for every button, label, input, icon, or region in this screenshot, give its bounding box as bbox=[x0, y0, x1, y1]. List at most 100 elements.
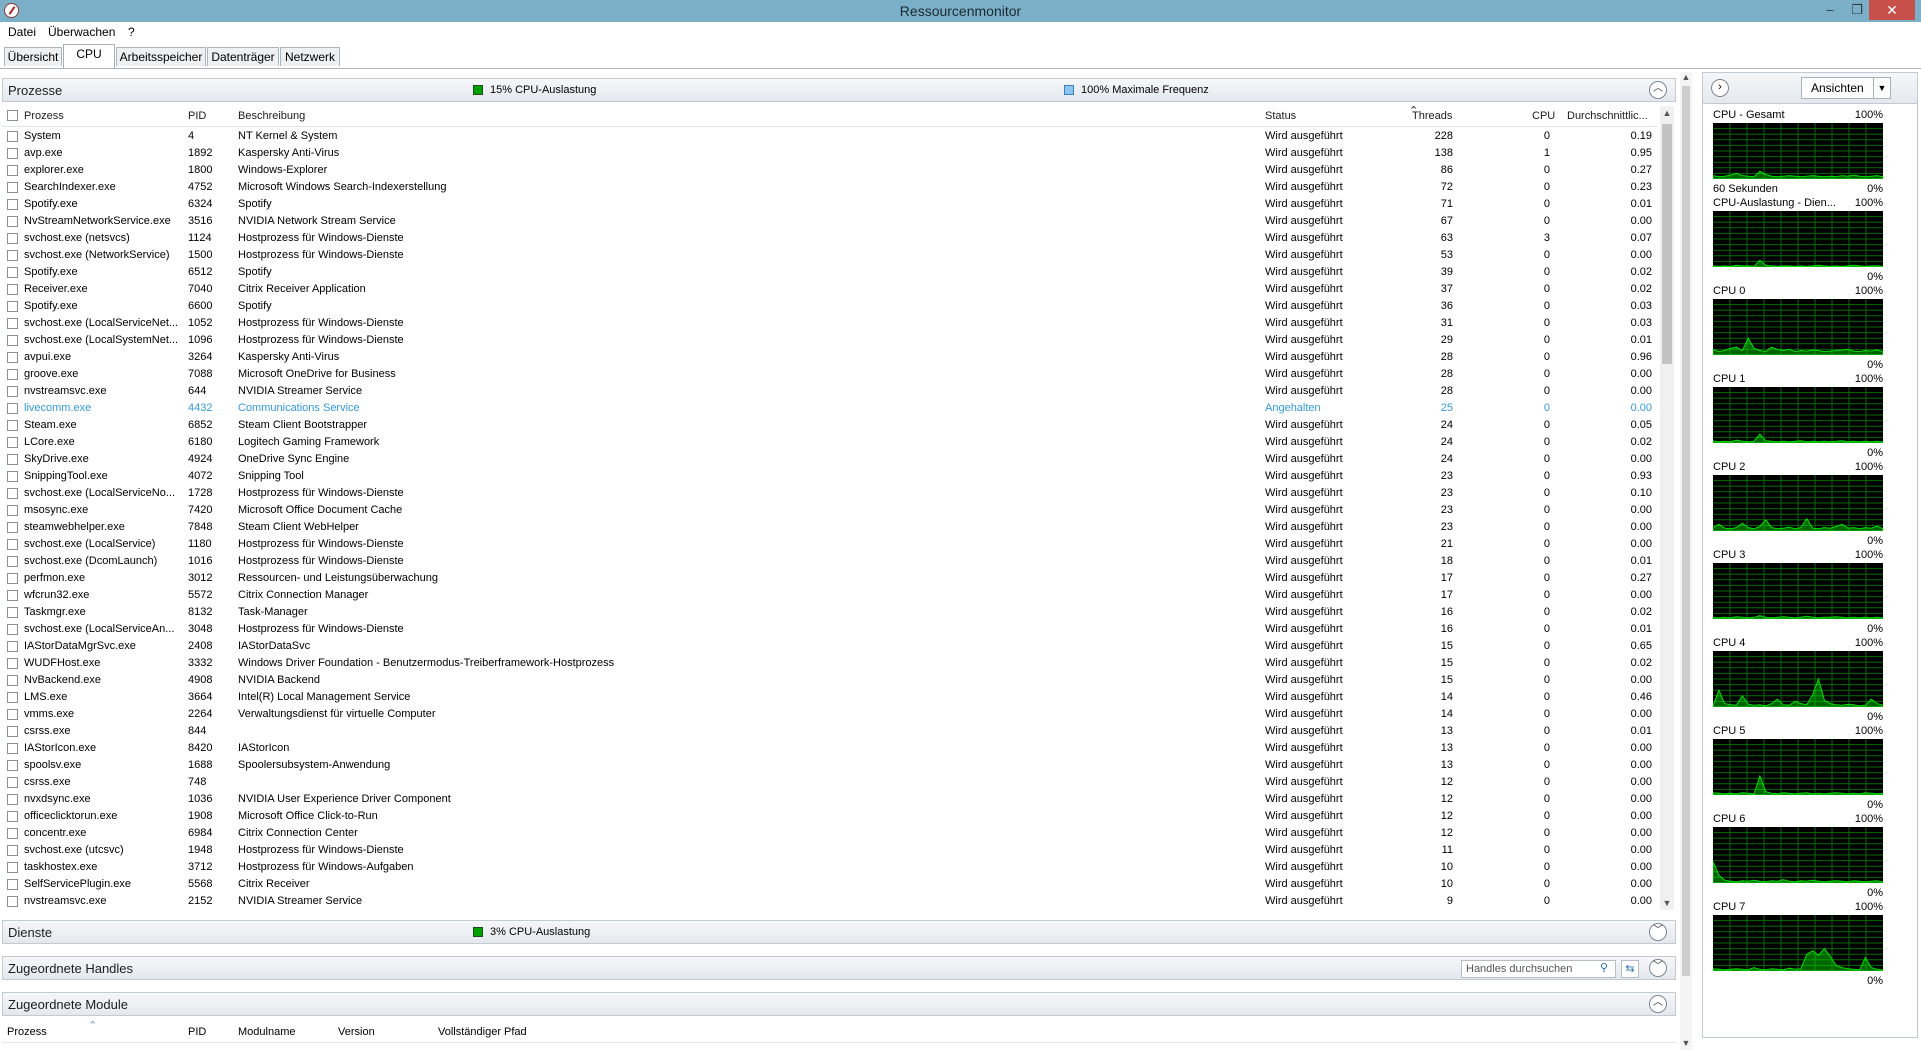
row-checkbox[interactable] bbox=[7, 862, 18, 873]
table-row[interactable]: avpui.exe 3264 Kaspersky Anti-Virus Wird au… bbox=[2, 349, 1658, 366]
table-row[interactable]: LCore.exe 6180 Logitech Gaming Framework Wi… bbox=[2, 434, 1658, 451]
collapse-modules-button[interactable]: ︿ bbox=[1649, 995, 1667, 1013]
menu-file[interactable]: Datei bbox=[8, 25, 36, 39]
scroll-up-icon[interactable]: ▲ bbox=[1660, 106, 1674, 120]
mod-col-pid[interactable]: PID bbox=[188, 1026, 206, 1038]
row-checkbox[interactable] bbox=[7, 165, 18, 176]
table-row[interactable]: svchost.exe (LocalServiceNet... 1052 Hostp… bbox=[2, 315, 1658, 332]
table-row[interactable]: spoolsv.exe 1688 Spoolersubsystem-Anwendun… bbox=[2, 757, 1658, 774]
chevron-down-icon[interactable]: ▼ bbox=[1873, 78, 1890, 98]
table-row[interactable]: steamwebhelper.exe 7848 Steam Client WebHe… bbox=[2, 519, 1658, 536]
process-table-scrollbar[interactable]: ▲ ▼ bbox=[1660, 106, 1674, 910]
table-row[interactable]: Spotify.exe 6600 Spotify Wird ausgeführt 36 0… bbox=[2, 298, 1658, 315]
row-checkbox[interactable] bbox=[7, 454, 18, 465]
table-row[interactable]: Receiver.exe 7040 Citrix Receiver Applicat… bbox=[2, 281, 1658, 298]
table-row[interactable]: taskhostex.exe 3712 Hostprozess für Window… bbox=[2, 859, 1658, 876]
processes-header[interactable]: Prozesse 15% CPU-Auslastung 100% Maximal… bbox=[2, 78, 1676, 102]
table-row[interactable]: svchost.exe (LocalSystemNet... 1096 Hostpr… bbox=[2, 332, 1658, 349]
row-checkbox[interactable] bbox=[7, 692, 18, 703]
mod-col-path[interactable]: Vollständiger Pfad bbox=[438, 1026, 527, 1038]
col-process[interactable]: Prozess bbox=[24, 110, 64, 122]
row-checkbox[interactable] bbox=[7, 148, 18, 159]
views-dropdown[interactable]: Ansichten ▼ bbox=[1801, 77, 1891, 99]
mod-col-version[interactable]: Version bbox=[338, 1026, 375, 1038]
table-row[interactable]: NvBackend.exe 4908 NVIDIA Backend Wird ausg… bbox=[2, 672, 1658, 689]
menu-monitor[interactable]: Überwachen bbox=[48, 25, 115, 39]
main-scroll-thumb[interactable] bbox=[1682, 86, 1690, 976]
row-checkbox[interactable] bbox=[7, 607, 18, 618]
table-row[interactable]: SelfServicePlugin.exe 5568 Citrix Receiver… bbox=[2, 876, 1658, 893]
row-checkbox[interactable] bbox=[7, 794, 18, 805]
row-checkbox[interactable] bbox=[7, 658, 18, 669]
row-checkbox[interactable] bbox=[7, 573, 18, 584]
row-checkbox[interactable] bbox=[7, 641, 18, 652]
table-row[interactable]: WUDFHost.exe 3332 Windows Driver Foundatio… bbox=[2, 655, 1658, 672]
tab-overview[interactable]: Übersicht bbox=[4, 47, 62, 66]
refresh-icon[interactable]: ⇆ bbox=[1621, 960, 1639, 978]
table-row[interactable]: groove.exe 7088 Microsoft OneDrive for Bus… bbox=[2, 366, 1658, 383]
row-checkbox[interactable] bbox=[7, 233, 18, 244]
table-row[interactable]: svchost.exe (DcomLaunch) 1016 Hostprozess … bbox=[2, 553, 1658, 570]
row-checkbox[interactable] bbox=[7, 777, 18, 788]
expand-handles-button[interactable]: ﹀ bbox=[1649, 959, 1667, 977]
row-checkbox[interactable] bbox=[7, 624, 18, 635]
table-row[interactable]: nvstreamsvc.exe 644 NVIDIA Streamer Servic… bbox=[2, 383, 1658, 400]
row-checkbox[interactable] bbox=[7, 386, 18, 397]
table-row[interactable]: svchost.exe (LocalServiceAn... 3048 Hostpr… bbox=[2, 621, 1658, 638]
row-checkbox[interactable] bbox=[7, 182, 18, 193]
row-checkbox[interactable] bbox=[7, 556, 18, 567]
row-checkbox[interactable] bbox=[7, 505, 18, 516]
row-checkbox[interactable] bbox=[7, 318, 18, 329]
table-row[interactable]: svchost.exe (NetworkService) 1500 Hostproz… bbox=[2, 247, 1658, 264]
table-row[interactable]: perfmon.exe 3012 Ressourcen- und Leistungs… bbox=[2, 570, 1658, 587]
menu-help[interactable]: ? bbox=[128, 25, 135, 39]
scroll-thumb[interactable] bbox=[1662, 124, 1672, 364]
row-checkbox[interactable] bbox=[7, 896, 18, 907]
table-row[interactable]: concentr.exe 6984 Citrix Connection Center… bbox=[2, 825, 1658, 842]
table-row[interactable]: SearchIndexer.exe 4752 Microsoft Windows S… bbox=[2, 179, 1658, 196]
row-checkbox[interactable] bbox=[7, 301, 18, 312]
row-checkbox[interactable] bbox=[7, 335, 18, 346]
close-button[interactable]: ✕ bbox=[1869, 0, 1915, 20]
row-checkbox[interactable] bbox=[7, 879, 18, 890]
table-row[interactable]: csrss.exe 844 Wird ausgeführt 13 0 0.01 bbox=[2, 723, 1658, 740]
main-scrollbar[interactable]: ▲ ▼ bbox=[1680, 72, 1692, 1050]
table-row[interactable]: livecomm.exe 4432 Communications Service An… bbox=[2, 400, 1658, 417]
row-checkbox[interactable] bbox=[7, 471, 18, 482]
table-row[interactable]: Steam.exe 6852 Steam Client Bootstrapper Wi… bbox=[2, 417, 1658, 434]
expand-services-button[interactable]: ﹀ bbox=[1649, 923, 1667, 941]
row-checkbox[interactable] bbox=[7, 726, 18, 737]
collapse-processes-button[interactable]: ︿ bbox=[1649, 81, 1667, 99]
select-all-checkbox[interactable] bbox=[7, 110, 18, 121]
scroll-down-icon[interactable]: ▼ bbox=[1660, 896, 1674, 910]
table-row[interactable]: Spotify.exe 6324 Spotify Wird ausgeführt 71 0… bbox=[2, 196, 1658, 213]
row-checkbox[interactable] bbox=[7, 675, 18, 686]
table-row[interactable]: msosync.exe 7420 Microsoft Office Document… bbox=[2, 502, 1658, 519]
table-row[interactable]: svchost.exe (LocalServiceNo... 1728 Hostpr… bbox=[2, 485, 1658, 502]
services-header[interactable]: Dienste 3% CPU-Auslastung ﹀ bbox=[2, 920, 1676, 944]
row-checkbox[interactable] bbox=[7, 760, 18, 771]
minimize-button[interactable]: – bbox=[1818, 1, 1842, 19]
col-status[interactable]: Status bbox=[1265, 110, 1296, 122]
row-checkbox[interactable] bbox=[7, 709, 18, 720]
table-row[interactable]: nvxdsync.exe 1036 NVIDIA User Experience D… bbox=[2, 791, 1658, 808]
table-row[interactable]: System 4 NT Kernel & System Wird ausgeführt… bbox=[2, 128, 1658, 145]
row-checkbox[interactable] bbox=[7, 352, 18, 363]
row-checkbox[interactable] bbox=[7, 267, 18, 278]
table-row[interactable]: nvstreamsvc.exe 2152 NVIDIA Streamer Servi… bbox=[2, 893, 1658, 910]
row-checkbox[interactable] bbox=[7, 811, 18, 822]
modules-header[interactable]: Zugeordnete Module ︿ bbox=[2, 992, 1676, 1016]
tab-disk[interactable]: Datenträger bbox=[207, 47, 279, 66]
table-row[interactable]: svchost.exe (utcsvc) 1948 Hostprozess für … bbox=[2, 842, 1658, 859]
tab-cpu[interactable]: CPU bbox=[63, 44, 115, 68]
row-checkbox[interactable] bbox=[7, 284, 18, 295]
table-row[interactable]: officeclicktorun.exe 1908 Microsoft Office… bbox=[2, 808, 1658, 825]
table-row[interactable]: csrss.exe 748 Wird ausgeführt 12 0 0.00 bbox=[2, 774, 1658, 791]
table-row[interactable]: svchost.exe (netsvcs) 1124 Hostprozess für… bbox=[2, 230, 1658, 247]
row-checkbox[interactable] bbox=[7, 369, 18, 380]
row-checkbox[interactable] bbox=[7, 522, 18, 533]
row-checkbox[interactable] bbox=[7, 420, 18, 431]
row-checkbox[interactable] bbox=[7, 250, 18, 261]
table-row[interactable]: Taskmgr.exe 8132 Task-Manager Wird ausgefüh… bbox=[2, 604, 1658, 621]
table-row[interactable]: LMS.exe 3664 Intel(R) Local Management Ser… bbox=[2, 689, 1658, 706]
